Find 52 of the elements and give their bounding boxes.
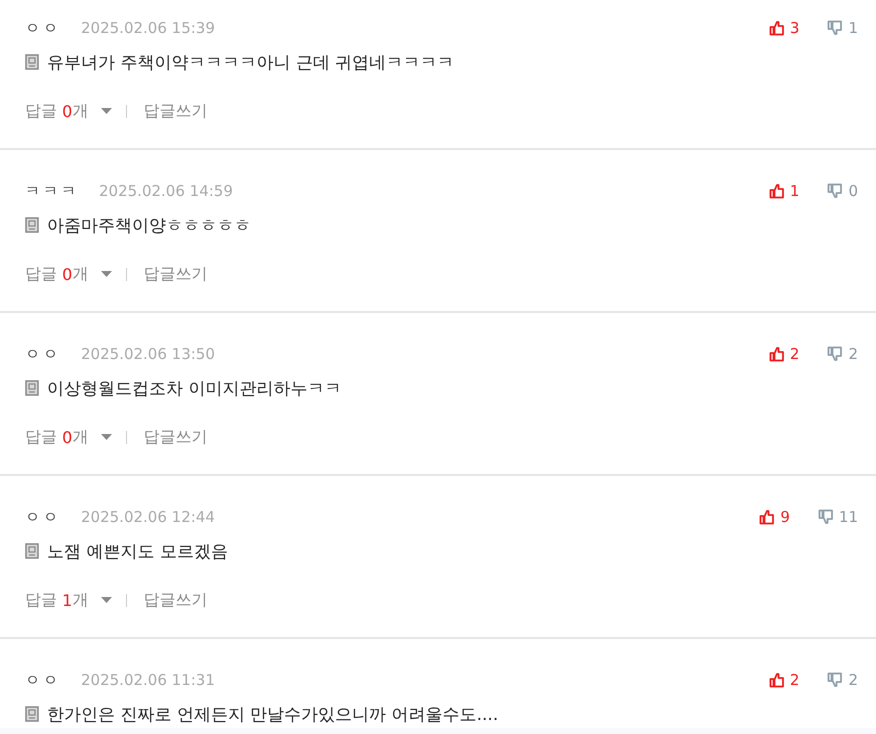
- document-icon: [25, 217, 39, 233]
- thumbs-down-icon: [827, 20, 844, 36]
- comment-text: 아줌마주책이양ㅎㅎㅎㅎㅎ: [47, 214, 251, 236]
- thumbs-down-icon: [827, 346, 844, 362]
- thumbs-down-icon: [818, 509, 834, 525]
- dislike-button[interactable]: 0: [827, 182, 858, 200]
- document-icon: [25, 54, 39, 70]
- comment-author: ㅇㅇ: [25, 670, 61, 690]
- thumbs-up-icon: [768, 672, 785, 688]
- comment-date: 2025.02.06 11:31: [81, 671, 215, 689]
- replies-toggle[interactable]: 답글 0개: [25, 264, 112, 284]
- thumbs-down-icon: [827, 672, 844, 688]
- comment-text: 한가인은 진짜로 언제든지 만날수가있으니까 어려울수도....: [47, 704, 498, 726]
- caret-icon: [101, 597, 112, 603]
- like-button[interactable]: 9: [759, 508, 790, 526]
- dislike-button[interactable]: 1: [827, 19, 858, 37]
- replies-toggle[interactable]: 답글 0개: [25, 100, 112, 122]
- comment-date: 2025.02.06 14:59: [99, 182, 233, 200]
- comment-author: ㅋㅋㅋ: [25, 182, 79, 200]
- caret-icon: [101, 434, 112, 440]
- comment-author: ㅇㅇ: [25, 508, 61, 526]
- comment-text: 노잼 예쁜지도 모르겠음: [47, 540, 228, 562]
- document-icon: [25, 380, 39, 396]
- like-button[interactable]: 2: [768, 345, 800, 363]
- thumbs-up-icon: [768, 183, 785, 199]
- caret-icon: [101, 271, 112, 277]
- document-icon: [25, 706, 39, 722]
- comment-author: ㅇㅇ: [25, 18, 61, 38]
- comment-date: 2025.02.06 15:39: [81, 19, 215, 37]
- caret-icon: [101, 108, 112, 114]
- dislike-button[interactable]: 2: [827, 345, 858, 363]
- thumbs-up-icon: [768, 20, 785, 36]
- replies-toggle[interactable]: 답글 1개: [25, 590, 112, 610]
- comment-date: 2025.02.06 13:50: [81, 345, 215, 363]
- like-button[interactable]: 3: [768, 19, 800, 37]
- thumbs-up-icon: [759, 509, 776, 525]
- thumbs-up-icon: [768, 346, 785, 362]
- write-reply-link[interactable]: 답글쓰기: [143, 426, 208, 448]
- comment-date: 2025.02.06 12:44: [81, 508, 215, 526]
- comment-author: ㅇㅇ: [25, 344, 61, 364]
- comment-text: 유부녀가 주책이약ㅋㅋㅋㅋ아니 근데 귀엽네ㅋㅋㅋㅋ: [47, 52, 454, 74]
- write-reply-link[interactable]: 답글쓰기: [143, 264, 208, 284]
- dislike-button[interactable]: 11: [818, 508, 858, 526]
- write-reply-link[interactable]: 답글쓰기: [143, 590, 208, 610]
- comment-text: 이상형월드컵조차 이미지관리하누ㅋㅋ: [47, 378, 342, 400]
- thumbs-down-icon: [827, 183, 844, 199]
- like-button[interactable]: 2: [768, 671, 800, 689]
- like-button[interactable]: 1: [768, 182, 800, 200]
- replies-toggle[interactable]: 답글 0개: [25, 426, 112, 448]
- dislike-button[interactable]: 2: [827, 671, 858, 689]
- write-reply-link[interactable]: 답글쓰기: [143, 100, 208, 122]
- document-icon: [25, 543, 39, 559]
